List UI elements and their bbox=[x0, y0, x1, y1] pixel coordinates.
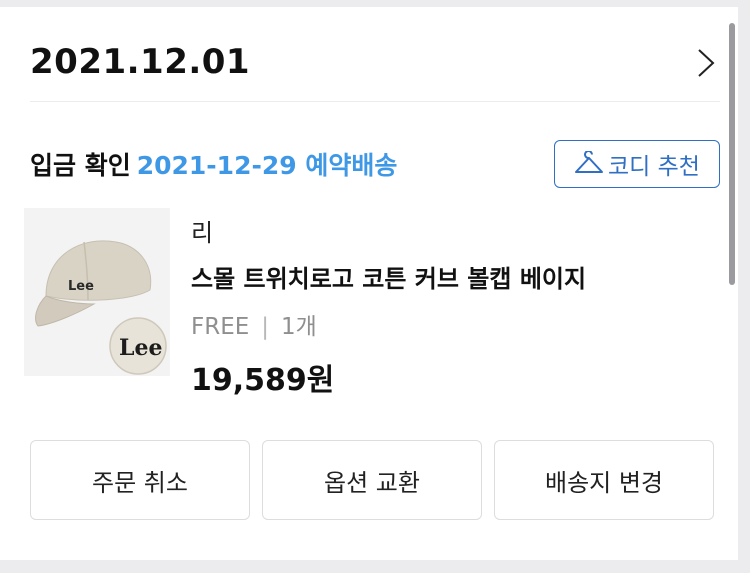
product-price: 19,589원 bbox=[191, 363, 335, 398]
option-quantity: 1개 bbox=[281, 314, 317, 340]
product-image[interactable]: Lee Lee bbox=[24, 208, 170, 376]
exchange-option-button[interactable]: 옵션 교환 bbox=[262, 440, 482, 520]
exchange-option-label: 옵션 교환 bbox=[324, 468, 420, 497]
order-date: 2021.12.01 bbox=[30, 42, 251, 82]
product-brand[interactable]: 리 bbox=[191, 213, 213, 248]
cancel-order-label: 주문 취소 bbox=[92, 468, 188, 497]
order-card: 2021.12.01 입금 확인 2021-12-29 예약배송 코디 추천 Le… bbox=[0, 7, 738, 560]
payment-status: 입금 확인 bbox=[30, 151, 131, 180]
codi-recommend-button[interactable]: 코디 추천 bbox=[554, 140, 720, 188]
cap-image: Lee Lee bbox=[24, 208, 170, 376]
patch-logo-text: Lee bbox=[119, 335, 162, 361]
change-address-label: 배송지 변경 bbox=[544, 468, 664, 497]
order-status: 입금 확인 2021-12-29 예약배송 bbox=[30, 146, 397, 182]
order-date-row[interactable]: 2021.12.01 bbox=[30, 29, 720, 102]
option-size: FREE bbox=[191, 314, 250, 340]
option-separator: | bbox=[261, 314, 270, 340]
product-name[interactable]: 스몰 트위치로고 코튼 커브 볼캡 베이지 bbox=[191, 259, 586, 294]
chevron-right-icon[interactable] bbox=[696, 47, 716, 79]
scrollbar[interactable] bbox=[729, 23, 735, 285]
codi-button-label: 코디 추천 bbox=[608, 154, 700, 180]
delivery-date: 2021-12-29 예약배송 bbox=[136, 151, 398, 180]
cap-logo-text: Lee bbox=[68, 279, 94, 294]
product-option: FREE | 1개 bbox=[191, 307, 317, 341]
cancel-order-button[interactable]: 주문 취소 bbox=[30, 440, 250, 520]
change-address-button[interactable]: 배송지 변경 bbox=[494, 440, 714, 520]
order-status-row: 입금 확인 2021-12-29 예약배송 코디 추천 bbox=[30, 132, 720, 192]
hanger-icon bbox=[575, 151, 604, 173]
order-actions: 주문 취소 옵션 교환 배송지 변경 bbox=[30, 440, 714, 520]
